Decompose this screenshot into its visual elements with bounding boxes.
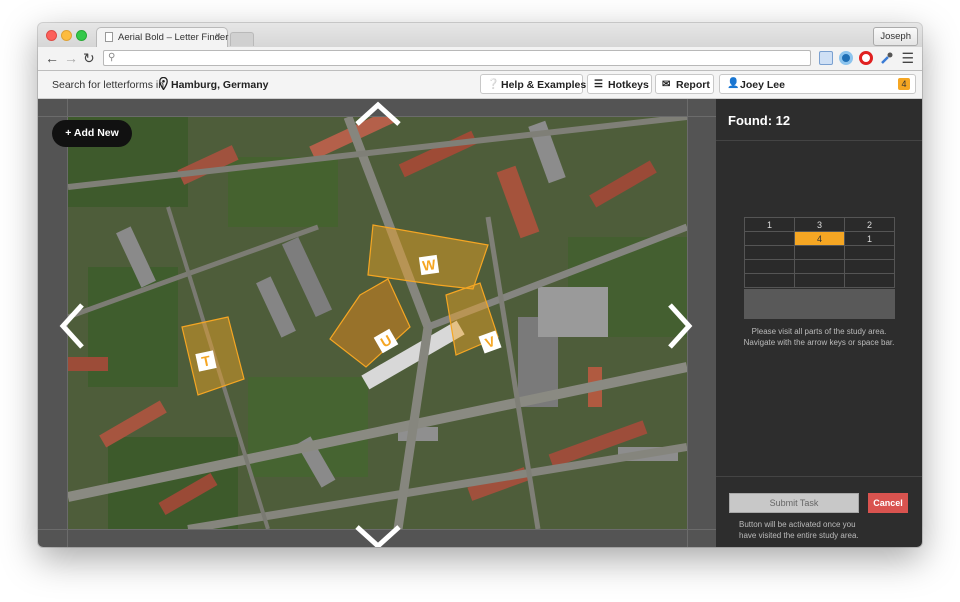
eyedropper-icon[interactable]	[880, 51, 894, 65]
extension-card-icon[interactable]	[819, 51, 833, 65]
grid-cell	[794, 259, 845, 274]
tab-bar: Aerial Bold – Letter Finder × Joseph	[38, 23, 922, 47]
grid-cell	[744, 273, 795, 288]
report-label: Report	[676, 79, 710, 91]
hotkeys-button[interactable]: ☰ Hotkeys	[587, 74, 652, 94]
user-name: Joey Lee	[740, 79, 785, 91]
menu-icon[interactable]: ☰	[901, 50, 914, 66]
address-bar[interactable]: ⚲	[103, 50, 811, 66]
instructions-line: Please visit all parts of the study area…	[751, 327, 887, 336]
instructions: Please visit all parts of the study area…	[716, 326, 922, 348]
question-icon: ❔	[487, 79, 500, 90]
aerial-map[interactable]	[68, 117, 687, 529]
unvisited-area	[744, 289, 895, 319]
app-header: Search for letterforms in Hamburg, Germa…	[38, 71, 922, 99]
browser-tab[interactable]: Aerial Bold – Letter Finder ×	[96, 27, 228, 47]
user-icon: 👤	[727, 78, 740, 89]
tab-close-icon[interactable]: ×	[215, 31, 221, 42]
pan-up-icon[interactable]	[354, 101, 402, 127]
grid-row	[744, 273, 895, 288]
help-examples-button[interactable]: ❔ Help & Examples	[480, 74, 587, 94]
search-icon: ⚲	[108, 52, 116, 63]
extension-opera-icon[interactable]	[859, 51, 873, 65]
zoom-window-button[interactable]	[76, 30, 87, 41]
back-icon[interactable]: ←	[45, 50, 59, 66]
grid-cell	[794, 273, 845, 288]
profile-button[interactable]: Joseph	[873, 27, 918, 46]
browser-window: Aerial Bold – Letter Finder × Joseph ← →…	[38, 23, 922, 547]
new-tab-button[interactable]	[230, 32, 254, 46]
pan-right-icon[interactable]	[666, 302, 694, 350]
grid-row: 4 1	[744, 231, 895, 246]
grid-cell	[744, 231, 795, 246]
list-icon: ☰	[594, 79, 603, 90]
pan-left-icon[interactable]	[58, 302, 86, 350]
forward-icon[interactable]: →	[64, 50, 78, 66]
extension-blue-icon[interactable]	[839, 51, 853, 65]
submit-note: Button will be activated once you have v…	[739, 520, 859, 540]
divider	[716, 140, 922, 141]
add-new-button[interactable]: + Add New	[52, 120, 132, 147]
grid-cell	[744, 259, 795, 274]
tab-title: Aerial Bold – Letter Finder	[118, 32, 229, 43]
grid-cell: 1	[844, 231, 895, 246]
report-button[interactable]: ✉ Report	[655, 74, 714, 94]
grid-cell	[844, 273, 895, 288]
grid-row	[744, 259, 895, 274]
location-pin-icon	[159, 77, 168, 90]
reload-icon[interactable]: ↻	[83, 50, 95, 66]
grid-cell	[844, 259, 895, 274]
search-prefix-text: Search for letterforms in	[52, 79, 165, 91]
found-count: Found: 12	[728, 113, 791, 128]
page-icon	[105, 32, 113, 42]
cancel-button[interactable]: Cancel	[868, 493, 908, 513]
hotkeys-label: Hotkeys	[608, 79, 649, 91]
grid-cell	[844, 245, 895, 260]
close-window-button[interactable]	[46, 30, 57, 41]
grid-cell-current: 4	[794, 231, 845, 246]
aerial-imagery	[68, 117, 687, 529]
location-name: Hamburg, Germany	[171, 79, 269, 91]
browser-toolbar: ← → ↻ ⚲ ☰	[38, 47, 922, 71]
help-label: Help & Examples	[501, 79, 587, 91]
letter-marker-w[interactable]: W	[418, 254, 440, 276]
grid-cell: 3	[794, 217, 845, 232]
map-panel: W U V T + Add New	[38, 99, 716, 547]
notification-badge: 4	[898, 78, 910, 90]
sidebar: Found: 12 1 3 2 4 1 Please visit all par…	[716, 99, 922, 547]
grid-cell: 1	[744, 217, 795, 232]
minimize-window-button[interactable]	[61, 30, 72, 41]
divider	[716, 476, 922, 477]
grid-row: 1 3 2	[744, 217, 895, 232]
submit-task-button[interactable]: Submit Task	[729, 493, 859, 513]
grid-cell	[794, 245, 845, 260]
envelope-icon: ✉	[662, 79, 671, 90]
user-menu[interactable]: 👤 Joey Lee 4	[719, 74, 916, 94]
grid-cell: 2	[844, 217, 895, 232]
instructions-line: Navigate with the arrow keys or space ba…	[743, 338, 895, 347]
letter-marker-t[interactable]: T	[195, 350, 217, 372]
grid-cell	[744, 245, 795, 260]
grid-row	[744, 245, 895, 260]
pan-down-icon[interactable]	[354, 524, 402, 547]
progress-grid: 1 3 2 4 1	[744, 217, 895, 288]
